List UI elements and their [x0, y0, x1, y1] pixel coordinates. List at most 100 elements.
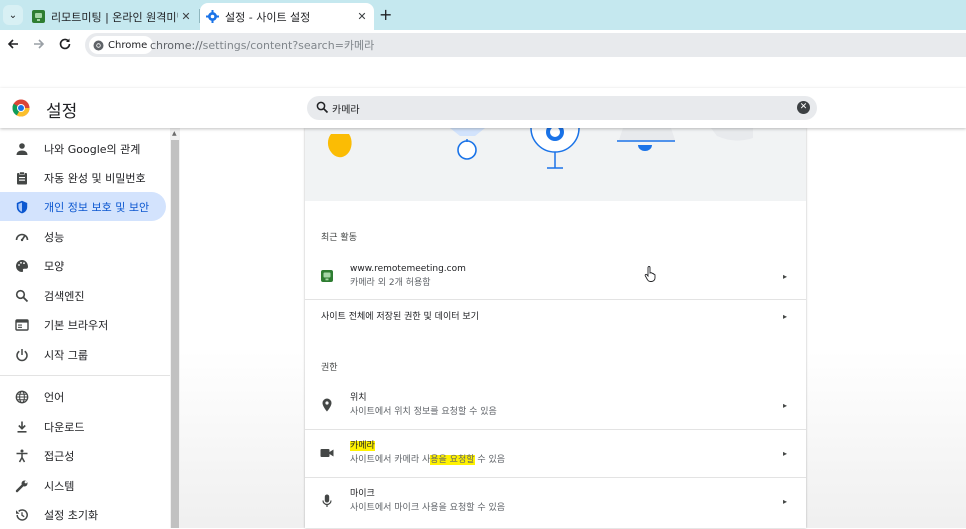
shield-icon	[14, 199, 30, 215]
url-path: settings/content?search=카메라	[202, 39, 375, 52]
permission-title: 위치	[350, 393, 367, 403]
sidebar-item-autofill[interactable]: 자동 완성 및 비밀번호	[0, 163, 166, 192]
sidebar-item-label: 시스템	[44, 479, 75, 493]
site-settings-card: 최근 활동 www.remotemeeting.com 카메라 외 2개 허용함…	[305, 128, 806, 528]
accessibility-icon	[14, 448, 30, 464]
sidebar-item-label: 언어	[44, 390, 65, 404]
forward-arrow-icon[interactable]	[31, 37, 47, 53]
sidebar-item-label: 시작 그룹	[44, 348, 88, 362]
permission-microphone-row[interactable]: 마이크 사이트에서 마이크 사용을 요청할 수 있음 ▸	[305, 478, 806, 524]
recent-site-row[interactable]: www.remotemeeting.com 카메라 외 2개 허용함 ▸	[305, 254, 806, 298]
search-icon	[316, 101, 329, 114]
chevron-right-icon: ▸	[783, 312, 788, 321]
privacy-illustration	[305, 128, 806, 201]
remotemeeting-favicon-icon	[319, 268, 335, 284]
chevron-right-icon: ▸	[783, 496, 788, 506]
reload-icon[interactable]	[57, 37, 73, 53]
sidebar-item-system[interactable]: 시스템	[0, 471, 166, 500]
sidebar-item-languages[interactable]: 언어	[0, 382, 166, 411]
download-icon	[14, 419, 30, 435]
tab-search-button[interactable]: ⌄	[3, 5, 23, 25]
back-arrow-icon[interactable]	[5, 37, 21, 53]
permission-desc-part: 수 있음	[474, 455, 506, 465]
clipboard-icon	[14, 170, 30, 186]
recent-site-desc: 카메라 외 2개 허용함	[350, 278, 431, 288]
tab-title: 리모트미팅 | 온라인 원격미팅	[51, 10, 178, 24]
tab-strip: ⌄ 리모트미팅 | 온라인 원격미팅 ✕ 설정 - 사이트 설정 ✕ +	[0, 0, 966, 30]
address-bar[interactable]: Chrome chrome://settings/content?search=…	[85, 33, 966, 57]
sidebar-item-search-engine[interactable]: 검색엔진	[0, 281, 166, 310]
videocam-icon	[319, 445, 335, 461]
sidebar-item-on-startup[interactable]: 시작 그룹	[0, 340, 166, 369]
chevron-right-icon: ▸	[783, 448, 788, 458]
sidebar-item-label: 접근성	[44, 449, 75, 463]
remotemeeting-favicon-icon	[32, 10, 45, 23]
sidebar-item-you-and-google[interactable]: 나와 Google의 관계	[0, 134, 166, 163]
sidebar-item-label: 다운로드	[44, 420, 85, 434]
chevron-right-icon: ▸	[783, 400, 788, 410]
browser-icon	[14, 317, 30, 333]
settings-search[interactable]: ✕	[307, 96, 817, 120]
scroll-up-arrow-icon[interactable]: ▲	[172, 130, 177, 137]
tab-title: 설정 - 사이트 설정	[225, 10, 311, 24]
permission-desc-part: 사이트에서 카메라 사	[350, 455, 431, 465]
sidebar-item-default-browser[interactable]: 기본 브라우저	[0, 310, 166, 339]
chrome-chip[interactable]: Chrome	[89, 36, 154, 54]
globe-icon	[14, 389, 30, 405]
settings-search-input[interactable]	[332, 99, 782, 117]
permission-desc-highlight: 용을 요청할	[430, 455, 475, 465]
wrench-icon	[14, 478, 30, 494]
hand-cursor-icon	[644, 266, 656, 282]
sidebar-item-reset[interactable]: 설정 초기화	[0, 500, 166, 529]
bookmark-bar	[0, 60, 966, 89]
sidebar-item-label: 기본 브라우저	[44, 318, 109, 332]
recent-site-name: www.remotemeeting.com	[350, 264, 466, 274]
sidebar-item-label: 개인 정보 보호 및 보안	[44, 200, 150, 214]
tab-close-icon[interactable]: ✕	[178, 10, 194, 23]
sidebar-scrollbar[interactable]: ▲	[170, 128, 180, 528]
permission-title: 마이크	[350, 489, 375, 499]
chevron-right-icon: ▸	[783, 271, 788, 281]
history-icon	[14, 507, 30, 523]
clear-search-icon[interactable]: ✕	[797, 101, 810, 114]
recent-activity-heading: 최근 활동	[321, 233, 357, 243]
location-pin-icon	[319, 397, 335, 413]
sidebar-item-appearance[interactable]: 모양	[0, 251, 166, 280]
palette-icon	[14, 258, 30, 274]
person-icon	[14, 141, 30, 157]
sidebar-item-label: 자동 완성 및 비밀번호	[44, 171, 146, 185]
permission-location-row[interactable]: 위치 사이트에서 위치 정보를 요청할 수 있음 ▸	[305, 383, 806, 427]
sidebar-item-privacy[interactable]: 개인 정보 보호 및 보안	[0, 192, 166, 221]
gear-icon	[206, 10, 219, 23]
url-scheme: chrome://	[150, 39, 203, 52]
settings-sidebar: 나와 Google의 관계 자동 완성 및 비밀번호 개인 정보 보호 및 보안…	[0, 128, 170, 528]
sidebar-item-accessibility[interactable]: 접근성	[0, 441, 166, 470]
speedometer-icon	[14, 229, 30, 245]
url-text: chrome://settings/content?search=카메라	[150, 37, 374, 53]
chrome-logo-icon	[93, 40, 104, 50]
scroll-thumb[interactable]	[171, 140, 179, 528]
tab-close-icon[interactable]: ✕	[354, 10, 370, 23]
chip-label: Chrome	[108, 39, 148, 51]
permissions-heading: 권한	[321, 363, 338, 373]
permission-desc: 사이트에서 위치 정보를 요청할 수 있음	[350, 407, 497, 417]
sidebar-item-performance[interactable]: 성능	[0, 222, 166, 251]
sidebar-divider	[0, 375, 170, 376]
sidebar-item-downloads[interactable]: 다운로드	[0, 412, 166, 441]
permission-desc: 사이트에서 마이크 사용을 요청할 수 있음	[350, 503, 506, 513]
page-title: 설정	[46, 102, 78, 122]
sidebar-item-label: 성능	[44, 230, 65, 244]
microphone-icon	[319, 493, 335, 509]
search-icon	[14, 288, 30, 304]
chrome-logo-icon	[12, 99, 30, 117]
sidebar-item-label: 모양	[44, 259, 65, 273]
permission-camera-row[interactable]: 카메라 사이트에서 카메라 사용을 요청할 수 있음 ▸	[305, 430, 806, 476]
power-icon	[14, 347, 30, 363]
permission-title: 카메라	[350, 441, 375, 451]
tab-remotemeeting[interactable]: 리모트미팅 | 온라인 원격미팅 ✕	[26, 3, 198, 30]
sidebar-item-label: 검색엔진	[44, 289, 85, 303]
view-all-site-data-row[interactable]: 사이트 전체에 저장된 권한 및 데이터 보기 ▸	[305, 300, 806, 333]
sidebar-item-label: 설정 초기화	[44, 508, 99, 522]
new-tab-button[interactable]: +	[379, 5, 392, 24]
tab-settings[interactable]: 설정 - 사이트 설정 ✕	[200, 3, 374, 30]
